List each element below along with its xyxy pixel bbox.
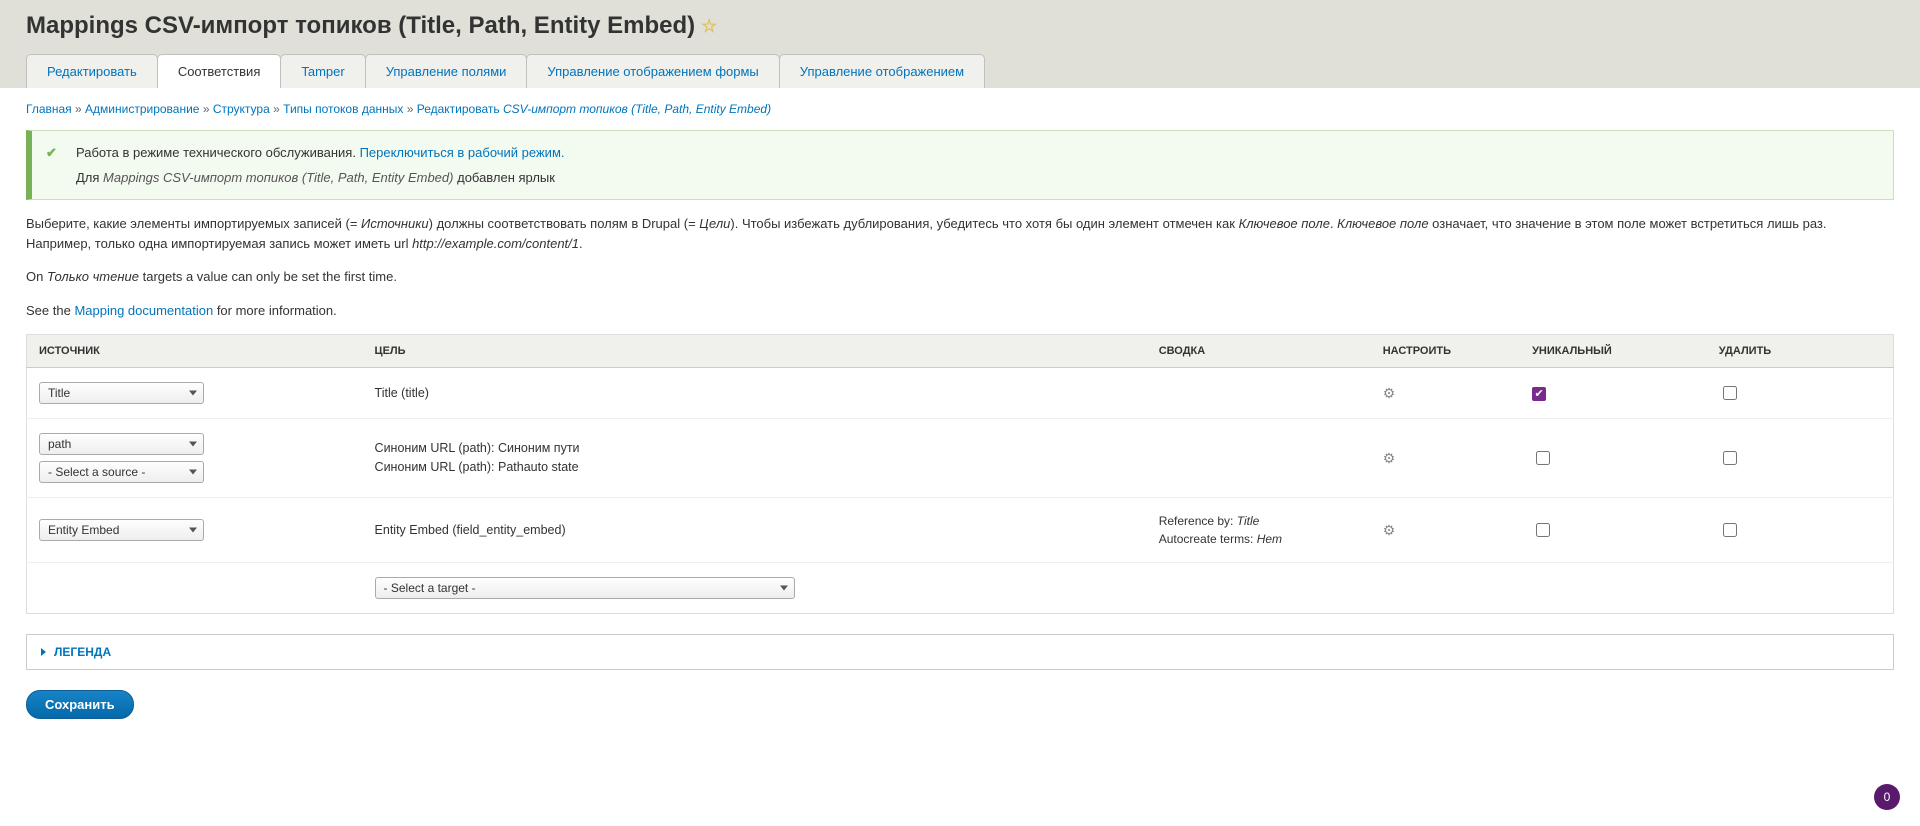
breadcrumb-structure[interactable]: Структура [213,102,270,116]
mapping-row: path - Select a source - Синоним URL (pa… [27,419,1894,498]
col-target: Цель [363,335,1147,368]
favorite-star-icon[interactable]: ☆ [701,16,717,37]
breadcrumb-admin[interactable]: Администрирование [85,102,199,116]
help-paragraph-2: On Только чтение targets a value can onl… [26,267,1894,287]
check-icon: ✔ [46,145,57,161]
page-title: Mappings CSV-импорт топиков (Title, Path… [26,12,1894,40]
unique-checkbox[interactable] [1536,523,1550,537]
maintenance-switch-link[interactable]: Переключиться в рабочий режим. [360,145,565,160]
breadcrumb-feed-types[interactable]: Типы потоков данных [283,102,403,116]
breadcrumb: Главная » Администрирование » Структура … [26,102,1894,116]
help-paragraph-1: Выберите, какие элементы импортируемых з… [26,214,1894,253]
unique-checkbox[interactable]: ✔ [1532,387,1546,401]
col-summary: Сводка [1147,335,1371,368]
breadcrumb-home[interactable]: Главная [26,102,72,116]
mappings-table: Источник Цель Сводка Настроить Уникальны… [26,334,1894,614]
source-select[interactable]: Entity Embed [39,519,204,541]
status-messages: ✔ Работа в режиме технического обслужива… [26,130,1894,200]
target-cell: Entity Embed (field_entity_embed) [363,498,1147,563]
tab-manage-display[interactable]: Управление отображением [779,54,985,88]
col-configure: Настроить [1371,335,1520,368]
new-target-select[interactable]: - Select a target - [375,577,795,599]
mapping-row: Title Title (title) ⚙ ✔ [27,368,1894,419]
new-mapping-row: - Select a target - [27,563,1894,614]
target-cell: Синоним URL (path): Синоним пути Синоним… [363,419,1147,498]
delete-checkbox[interactable] [1723,523,1737,537]
primary-tabs: Редактировать Соответствия Tamper Управл… [26,54,1894,88]
source-select[interactable]: path [39,433,204,455]
tab-tamper[interactable]: Tamper [280,54,365,88]
legend-details[interactable]: Легенда [26,634,1894,670]
notification-badge[interactable]: 0 [1874,784,1900,810]
col-delete: Удалить [1707,335,1894,368]
tab-manage-form-display[interactable]: Управление отображением формы [526,54,779,88]
delete-checkbox[interactable] [1723,451,1737,465]
gear-icon[interactable]: ⚙ [1383,522,1396,538]
col-unique: Уникальный [1520,335,1707,368]
triangle-right-icon [41,648,46,656]
legend-label: Легенда [54,645,111,659]
target-cell: Title (title) [363,368,1147,419]
maintenance-text: Работа в режиме технического обслуживани… [76,145,360,160]
col-source: Источник [27,335,363,368]
delete-checkbox[interactable] [1723,386,1737,400]
summary-block: Reference by: Title Autocreate terms: Не… [1159,512,1359,548]
mapping-row: Entity Embed Entity Embed (field_entity_… [27,498,1894,563]
mapping-doc-link[interactable]: Mapping documentation [74,303,213,318]
tab-manage-fields[interactable]: Управление полями [365,54,528,88]
breadcrumb-current[interactable]: Редактировать CSV-импорт топиков (Title,… [417,102,771,116]
gear-icon[interactable]: ⚙ [1383,385,1396,401]
source-select[interactable]: - Select a source - [39,461,204,483]
page-title-text: Mappings CSV-импорт топиков (Title, Path… [26,12,695,40]
unique-checkbox[interactable] [1536,451,1550,465]
source-select[interactable]: Title [39,382,204,404]
tab-mappings[interactable]: Соответствия [157,54,282,88]
tab-edit[interactable]: Редактировать [26,54,158,88]
gear-icon[interactable]: ⚙ [1383,450,1396,466]
save-button[interactable]: Сохранить [26,690,134,719]
help-paragraph-3: See the Mapping documentation for more i… [26,301,1894,321]
